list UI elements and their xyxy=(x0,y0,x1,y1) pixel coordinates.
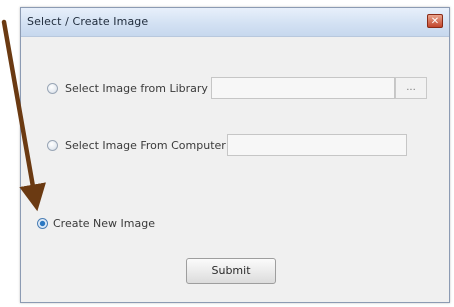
computer-label[interactable]: Select Image From Computer xyxy=(65,139,226,152)
ellipsis-icon: ... xyxy=(406,82,416,93)
library-path-field[interactable] xyxy=(211,77,395,99)
create-new-label[interactable]: Create New Image xyxy=(53,217,155,230)
library-browse-button[interactable]: ... xyxy=(395,77,427,99)
submit-button[interactable]: Submit xyxy=(186,258,276,284)
select-create-image-dialog: Select / Create Image ✕ Select Image fro… xyxy=(20,7,450,303)
computer-radio[interactable] xyxy=(47,140,58,151)
library-label[interactable]: Select Image from Library xyxy=(65,82,208,95)
library-radio[interactable] xyxy=(47,83,58,94)
create-new-image-radio[interactable] xyxy=(37,218,48,229)
computer-path-field[interactable] xyxy=(227,134,407,156)
option-create-new[interactable]: Create New Image xyxy=(21,8,449,230)
screenshot-stage: Select / Create Image ✕ Select Image fro… xyxy=(0,0,454,307)
